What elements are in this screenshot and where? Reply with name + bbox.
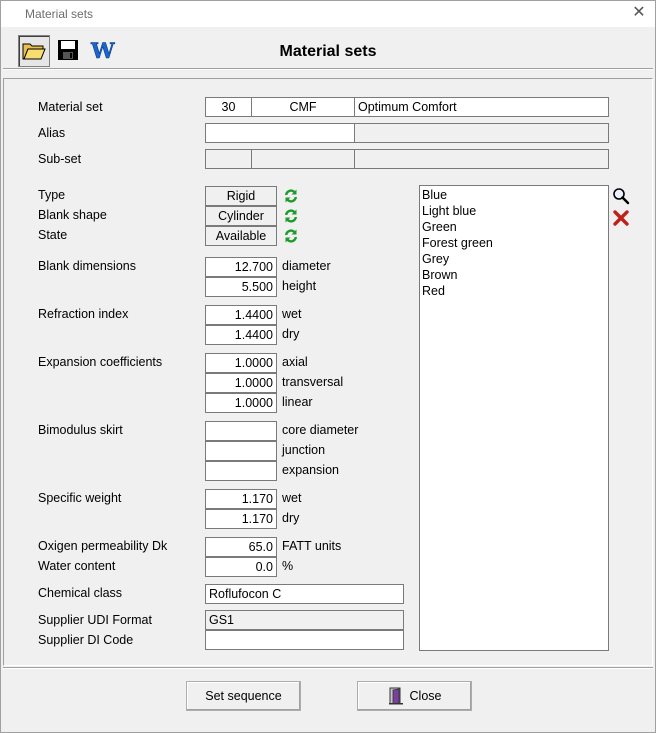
material-sets-window: Material sets ✕ W Material sets Material…: [0, 0, 656, 733]
state-field[interactable]: Available: [205, 226, 277, 246]
expansion-linear-field[interactable]: 1.0000: [205, 393, 277, 413]
junction-unit-label: junction: [282, 443, 326, 457]
type-label: Type: [38, 188, 66, 202]
list-item[interactable]: Forest green: [422, 235, 606, 251]
window-title: Material sets: [25, 7, 94, 21]
list-item[interactable]: Red: [422, 283, 606, 299]
list-item[interactable]: Green: [422, 219, 606, 235]
fatt-units-label: FATT units: [282, 539, 342, 553]
close-button[interactable]: Close: [357, 681, 472, 711]
color-list[interactable]: Blue Light blue Green Forest green Grey …: [419, 185, 609, 651]
refraction-dry-unit: dry: [282, 327, 300, 341]
toolbar-divider: [3, 68, 653, 70]
chemical-class-label: Chemical class: [38, 586, 123, 600]
refraction-index-label: Refraction index: [38, 307, 129, 321]
expansion-transversal-field[interactable]: 1.0000: [205, 373, 277, 393]
refresh-blank-shape-icon[interactable]: [282, 207, 300, 225]
bimodulus-expansion-field[interactable]: [205, 461, 277, 481]
water-content-label: Water content: [38, 559, 116, 573]
bimodulus-skirt-label: Bimodulus skirt: [38, 423, 123, 437]
specific-weight-wet-unit: wet: [282, 491, 302, 505]
axial-unit-label: axial: [282, 355, 308, 369]
exit-door-icon: [388, 687, 403, 705]
specific-weight-label: Specific weight: [38, 491, 122, 505]
refraction-wet-field[interactable]: 1.4400: [205, 305, 277, 325]
refresh-type-icon[interactable]: [282, 187, 300, 205]
list-item[interactable]: Grey: [422, 251, 606, 267]
expansion-coefficients-label: Expansion coefficients: [38, 355, 163, 369]
alias-label: Alias: [38, 126, 66, 140]
refraction-dry-field[interactable]: 1.4400: [205, 325, 277, 345]
material-set-label: Material set: [38, 100, 103, 114]
state-label: State: [38, 228, 68, 242]
specific-weight-dry-unit: dry: [282, 511, 300, 525]
blank-diameter-field[interactable]: 12.700: [205, 257, 277, 277]
oxigen-permeability-label: Oxigen permeability Dk: [38, 539, 168, 553]
delete-icon[interactable]: [612, 209, 630, 227]
sub-set-name-field: [354, 149, 609, 169]
bimodulus-core-diameter-field[interactable]: [205, 421, 277, 441]
search-icon[interactable]: [612, 187, 630, 205]
material-set-name-field[interactable]: Optimum Comfort: [354, 97, 609, 117]
set-sequence-label: Set sequence: [205, 689, 282, 703]
blank-dimensions-label: Blank dimensions: [38, 259, 136, 273]
blank-shape-field[interactable]: Cylinder: [205, 206, 277, 226]
supplier-udi-format-field[interactable]: GS1: [205, 610, 404, 630]
supplier-udi-format-label: Supplier UDI Format: [38, 613, 152, 627]
material-set-code-field[interactable]: CMF: [251, 97, 355, 117]
supplier-di-code-field[interactable]: [205, 630, 404, 650]
title-bar: Material sets ✕: [1, 1, 655, 27]
refraction-wet-unit: wet: [282, 307, 302, 321]
sub-set-label: Sub-set: [38, 152, 82, 166]
supplier-di-code-label: Supplier DI Code: [38, 633, 134, 647]
sub-set-code-field: [251, 149, 355, 169]
linear-unit-label: linear: [282, 395, 313, 409]
transversal-unit-label: transversal: [282, 375, 344, 389]
chemical-class-field[interactable]: Roflufocon C: [205, 584, 404, 604]
expansion-unit-label: expansion: [282, 463, 339, 477]
list-item[interactable]: Light blue: [422, 203, 606, 219]
sub-set-number-field: [205, 149, 252, 169]
list-item[interactable]: Brown: [422, 267, 606, 283]
list-item[interactable]: Blue: [422, 187, 606, 203]
close-window-icon[interactable]: ✕: [631, 4, 647, 22]
percent-unit-label: %: [282, 559, 294, 573]
close-label: Close: [409, 689, 442, 703]
specific-weight-dry-field[interactable]: 1.170: [205, 509, 277, 529]
height-unit-label: height: [282, 279, 317, 293]
page-title: Material sets: [279, 43, 377, 60]
type-field[interactable]: Rigid: [205, 186, 277, 206]
oxigen-permeability-field[interactable]: 65.0: [205, 537, 277, 557]
blank-shape-label: Blank shape: [38, 208, 107, 222]
core-diameter-unit-label: core diameter: [282, 423, 359, 437]
bottom-divider: [3, 667, 653, 669]
water-content-field[interactable]: 0.0: [205, 557, 277, 577]
blank-height-field[interactable]: 5.500: [205, 277, 277, 297]
diameter-unit-label: diameter: [282, 259, 331, 273]
alias-field[interactable]: [205, 123, 355, 143]
bimodulus-junction-field[interactable]: [205, 441, 277, 461]
refresh-state-icon[interactable]: [282, 227, 300, 245]
material-set-number-field[interactable]: 30: [205, 97, 252, 117]
specific-weight-wet-field[interactable]: 1.170: [205, 489, 277, 509]
expansion-axial-field[interactable]: 1.0000: [205, 353, 277, 373]
set-sequence-button[interactable]: Set sequence: [186, 681, 301, 711]
alias-description-field: [354, 123, 609, 143]
